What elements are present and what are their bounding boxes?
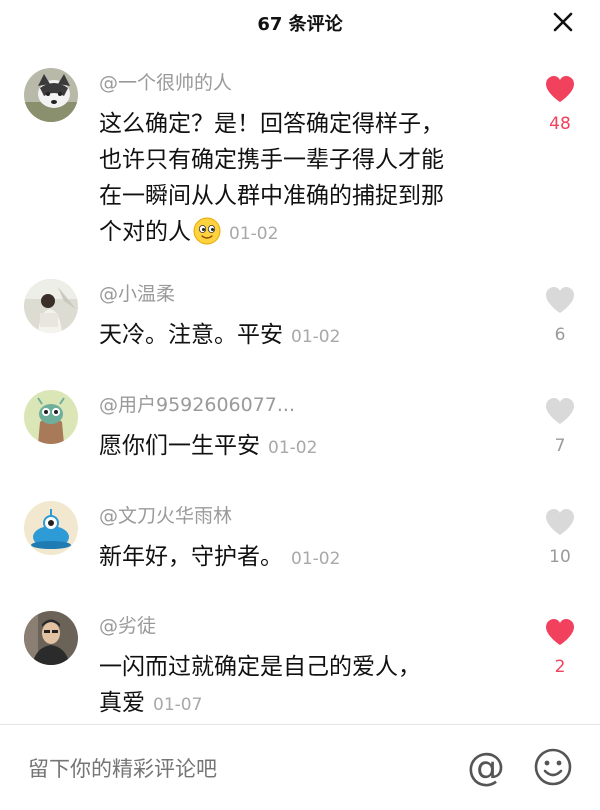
- comment-text: 新年好，守护者。 01-02: [99, 539, 499, 577]
- like-count: 48: [549, 114, 571, 134]
- comment-username[interactable]: @用户9592606077...: [99, 390, 295, 417]
- mention-at-button[interactable]: @: [466, 747, 506, 787]
- girl-photo-avatar: [24, 279, 78, 333]
- comment-text: 一闪而过就确定是自己的爱人， 真爱 01-07: [99, 649, 499, 723]
- comment-text: 这么确定？是！回答确定得样子， 也许只有确定携手一辈子得人才能 在一瞬间从人群中…: [99, 106, 499, 252]
- comment-text-line: 新年好，守护者。: [99, 544, 283, 570]
- smiley-face-icon: [534, 748, 572, 786]
- comment-text-line: 一闪而过就确定是自己的爱人，: [99, 654, 421, 680]
- emoji-button[interactable]: [533, 747, 573, 787]
- comment-text: 天冷。注意。平安 01-02: [99, 317, 499, 355]
- comment-text: 愿你们一生平安 01-02: [99, 428, 499, 466]
- comment-username[interactable]: @劣徒: [99, 611, 156, 638]
- like-count: 10: [549, 547, 571, 567]
- blue-monster-avatar: [24, 501, 78, 555]
- comment-text-line: 也许只有确定携手一辈子得人才能: [99, 147, 444, 173]
- heart-filled-icon[interactable]: [544, 74, 576, 104]
- like-control: 2: [544, 617, 576, 677]
- comment-item: @文刀火华雨林 新年好，守护者。 01-02 10: [0, 501, 600, 581]
- avatar[interactable]: [24, 611, 78, 665]
- comment-date: 01-02: [229, 224, 279, 244]
- comment-item: @一个很帅的人 这么确定？是！回答确定得样子， 也许只有确定携手一辈子得人才能 …: [0, 68, 600, 245]
- avatar[interactable]: [24, 390, 78, 444]
- like-control: 6: [544, 285, 576, 345]
- like-count: 6: [554, 325, 566, 345]
- comment-input[interactable]: [28, 753, 428, 785]
- comment-text-line: 真爱: [99, 690, 145, 716]
- comment-date: 01-07: [153, 695, 203, 715]
- comment-item: @劣徒 一闪而过就确定是自己的爱人， 真爱 01-07 2: [0, 611, 600, 716]
- man-photo-avatar: [24, 611, 78, 665]
- heart-outline-icon[interactable]: [544, 396, 576, 426]
- comment-text-line: 这么确定？是！回答确定得样子，: [99, 111, 444, 137]
- comment-username[interactable]: @一个很帅的人: [99, 68, 232, 95]
- like-control: 48: [544, 74, 576, 134]
- comment-username[interactable]: @文刀火华雨林: [99, 501, 232, 528]
- like-control: 7: [544, 396, 576, 456]
- comments-count-title: 67 条评论: [257, 14, 343, 35]
- green-monster-avatar: [24, 390, 78, 444]
- like-control: 10: [544, 507, 576, 567]
- avatar[interactable]: [24, 68, 78, 122]
- comment-date: 01-02: [291, 549, 341, 569]
- heart-outline-icon[interactable]: [544, 285, 576, 315]
- husky-avatar: [24, 68, 78, 122]
- close-icon: [553, 12, 573, 32]
- comment-text-line: 天冷。注意。平安: [99, 322, 283, 348]
- like-count: 7: [554, 436, 566, 456]
- comment-date: 01-02: [268, 438, 318, 458]
- like-count: 2: [554, 657, 566, 677]
- comment-item: @用户9592606077... 愿你们一生平安 01-02 7: [0, 390, 600, 470]
- comment-text-line: 个对的人: [99, 219, 191, 245]
- comments-header: 67 条评论: [0, 0, 600, 44]
- smiley-emoji-icon: [193, 217, 221, 245]
- heart-outline-icon[interactable]: [544, 507, 576, 537]
- comment-text-line: 在一瞬间从人群中准确的捕捉到那: [99, 183, 444, 209]
- close-button[interactable]: [552, 11, 574, 33]
- comment-item: @小温柔 天冷。注意。平安 01-02 6: [0, 279, 600, 359]
- comment-username[interactable]: @小温柔: [99, 279, 175, 306]
- avatar[interactable]: [24, 501, 78, 555]
- comment-input-bar: @: [0, 724, 600, 810]
- comment-date: 01-02: [291, 327, 341, 347]
- heart-filled-icon[interactable]: [544, 617, 576, 647]
- comments-panel: 67 条评论 @一个很帅的人 这么确定？是！回答确定得样子， 也许只有确定携手一…: [0, 0, 600, 810]
- comment-text-line: 愿你们一生平安: [99, 433, 260, 459]
- avatar[interactable]: [24, 279, 78, 333]
